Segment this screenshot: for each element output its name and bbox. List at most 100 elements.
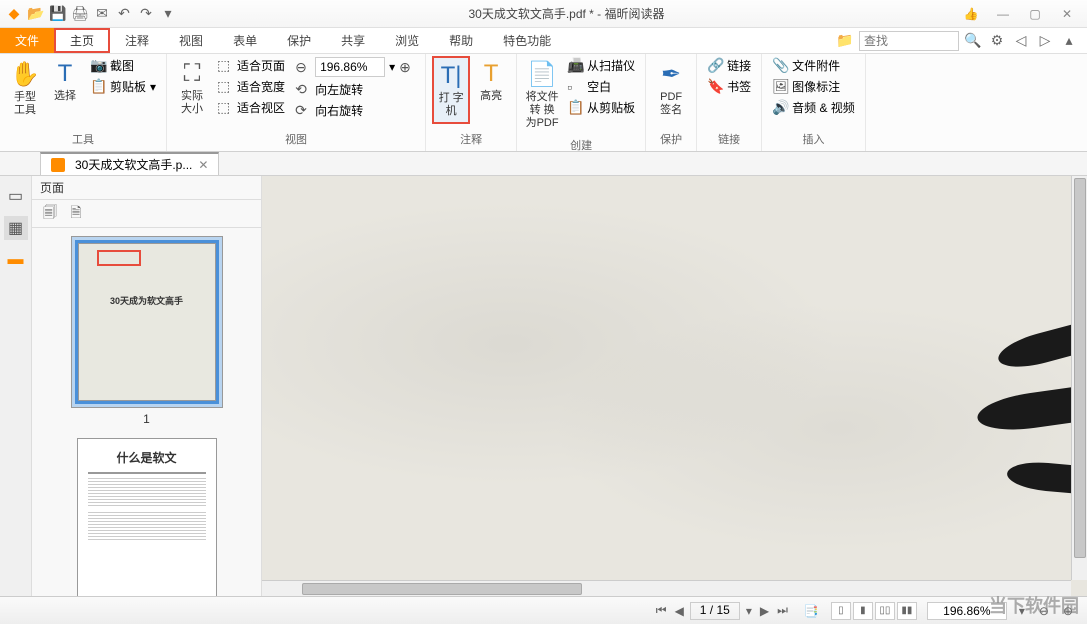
status-zoom-out-icon[interactable]: ⊖ xyxy=(1037,604,1051,618)
view-cont-facing-icon[interactable]: ▮▮ xyxy=(897,602,917,620)
tab-file[interactable]: 文件 xyxy=(0,28,54,53)
rotate-right-button[interactable]: ⟳向右旋转 xyxy=(291,101,419,120)
tab-form[interactable]: 表单 xyxy=(218,28,272,53)
maximize-icon[interactable]: ▢ xyxy=(1023,5,1047,23)
tab-annotate[interactable]: 注释 xyxy=(110,28,164,53)
text-select-icon: T xyxy=(58,60,73,88)
view-continuous-icon[interactable]: ▮ xyxy=(853,602,873,620)
audio-video-button[interactable]: 🔊音频 & 视频 xyxy=(768,98,859,117)
foxit-logo-icon[interactable]: ◆ xyxy=(4,4,24,24)
fit-page-button[interactable]: ⬚适合页面 xyxy=(213,56,289,75)
redo-icon[interactable]: ↷ xyxy=(136,4,156,24)
folder-search-icon[interactable]: 📁 xyxy=(835,31,855,51)
rotate-left-button[interactable]: ⟲向左旋转 xyxy=(291,80,419,99)
audio-icon: 🔊 xyxy=(772,99,788,116)
thumb-highlight-rect xyxy=(97,250,141,266)
fit-visible-button[interactable]: ⬚适合视区 xyxy=(213,98,289,117)
scanner-icon: 📠 xyxy=(567,57,583,74)
save-icon[interactable]: 💾 xyxy=(48,4,68,24)
search-input[interactable] xyxy=(859,31,959,51)
image-annot-button[interactable]: 🖼图像标注 xyxy=(768,77,859,96)
tab-protect[interactable]: 保护 xyxy=(272,28,326,53)
status-zoom-in-icon[interactable]: ⊕ xyxy=(1061,604,1075,618)
collapse-ribbon-icon[interactable]: ▴ xyxy=(1059,31,1079,51)
snapshot-button[interactable]: 📷截图 xyxy=(86,56,160,75)
blank-button[interactable]: ▫空白 xyxy=(563,77,639,96)
minimize-icon[interactable]: — xyxy=(991,5,1015,23)
actual-size-button[interactable]: ⛶ 实际 大小 xyxy=(173,56,211,120)
fit-width-icon: ⬚ xyxy=(217,78,233,95)
horizontal-scrollbar[interactable] xyxy=(262,580,1071,596)
sign-icon: ✒ xyxy=(661,60,681,89)
print-icon[interactable]: 🖨 xyxy=(70,4,90,24)
prev-page-icon[interactable]: ◀ xyxy=(673,604,686,618)
page-input[interactable]: 1 / 15 xyxy=(690,602,740,620)
highlight-button[interactable]: T 高亮 xyxy=(472,56,510,107)
thumbnail-1[interactable]: 30天成为软文高手 xyxy=(71,236,223,408)
hand-tool-button[interactable]: ✋ 手型 工具 xyxy=(6,56,44,121)
create-group-label: 创建 xyxy=(523,135,639,155)
rail-comments-icon[interactable]: ▬ xyxy=(4,248,28,272)
thumbnail-2[interactable]: 什么是软文 xyxy=(77,438,217,596)
open-icon[interactable]: 📂 xyxy=(26,4,46,24)
rail-bookmarks-icon[interactable]: ▭ xyxy=(4,184,28,208)
zoom-status[interactable]: 196.86% xyxy=(927,602,1007,620)
zoom-input[interactable]: 196.86% xyxy=(315,57,385,77)
rail-pages-icon[interactable]: ▦ xyxy=(4,216,28,240)
typewriter-button[interactable]: T| 打 字机 xyxy=(432,56,470,124)
page-dropdown-icon[interactable]: ▾ xyxy=(744,604,754,618)
zoom-controls[interactable]: ⊖ 196.86% ▾ ⊕ xyxy=(291,56,419,78)
scanner-button[interactable]: 📠从扫描仪 xyxy=(563,56,639,75)
zoom-out-icon[interactable]: ⊖ xyxy=(295,59,311,76)
nav-forward-icon[interactable]: ▷ xyxy=(1035,31,1055,51)
tab-view[interactable]: 视图 xyxy=(164,28,218,53)
tab-browse[interactable]: 浏览 xyxy=(380,28,434,53)
first-page-icon[interactable]: ⏮ xyxy=(654,603,669,618)
zoom-in-icon[interactable]: ⊕ xyxy=(399,59,415,76)
rotate-right-icon: ⟳ xyxy=(295,102,311,119)
qat-dropdown-icon[interactable]: ▾ xyxy=(158,4,178,24)
clipboard-button[interactable]: 📋剪贴板▾ xyxy=(86,77,160,96)
link-icon: 🔗 xyxy=(707,57,723,74)
document-viewer[interactable] xyxy=(262,176,1087,596)
doc-icon xyxy=(51,158,65,172)
tab-special[interactable]: 特色功能 xyxy=(488,28,566,53)
email-icon[interactable]: ✉ xyxy=(92,4,112,24)
panel-tool2-icon[interactable]: 🗎 xyxy=(66,204,86,224)
panel-tool1-icon[interactable]: 🗐 xyxy=(40,204,60,224)
link-button[interactable]: 🔗链接 xyxy=(703,56,755,75)
last-page-icon[interactable]: ⏭ xyxy=(775,603,790,618)
select-button[interactable]: T 选择 xyxy=(46,56,84,107)
window-title: 30天成文软文高手.pdf * - 福昕阅读器 xyxy=(182,5,951,22)
nav-back-icon[interactable]: ◁ xyxy=(1011,31,1031,51)
bookmark-icon: 🔖 xyxy=(707,78,723,95)
tab-help[interactable]: 帮助 xyxy=(434,28,488,53)
gear-icon[interactable]: ⚙ xyxy=(987,31,1007,51)
fit-width-button[interactable]: ⬚适合宽度 xyxy=(213,77,289,96)
hand-icon: ✋ xyxy=(10,60,40,89)
tab-share[interactable]: 共享 xyxy=(326,28,380,53)
search-icon[interactable]: 🔍 xyxy=(963,31,983,51)
tab-home[interactable]: 主页 xyxy=(54,28,110,53)
convert-button[interactable]: 📄 将文件转 换为PDF xyxy=(523,56,561,135)
next-page-icon[interactable]: ▶ xyxy=(758,604,771,618)
nav-tool-icon[interactable]: 📑 xyxy=(802,604,821,618)
image-icon: 🖼 xyxy=(772,78,788,95)
rotate-left-icon: ⟲ xyxy=(295,81,311,98)
undo-icon[interactable]: ↶ xyxy=(114,4,134,24)
tab-close-icon[interactable]: ✕ xyxy=(198,158,208,172)
clipboard-icon: 📋 xyxy=(90,78,106,95)
vertical-scrollbar[interactable] xyxy=(1071,176,1087,580)
view-facing-icon[interactable]: ▯▯ xyxy=(875,602,895,620)
zoom-dropdown-icon[interactable]: ▾ xyxy=(1017,604,1027,618)
close-icon[interactable]: ✕ xyxy=(1055,5,1079,23)
view-single-icon[interactable]: ▯ xyxy=(831,602,851,620)
from-clipboard-button[interactable]: 📋从剪贴板 xyxy=(563,98,639,117)
pdf-sign-button[interactable]: ✒ PDF 签名 xyxy=(652,56,690,121)
panel-title: 页面 xyxy=(32,176,261,200)
bookmark-button[interactable]: 🔖书签 xyxy=(703,77,755,96)
like-icon[interactable]: 👍 xyxy=(959,5,983,23)
attachment-button[interactable]: 📎文件附件 xyxy=(768,56,859,75)
link-group-label: 链接 xyxy=(703,129,755,149)
document-tab[interactable]: 30天成文软文高手.p... ✕ xyxy=(40,152,219,175)
